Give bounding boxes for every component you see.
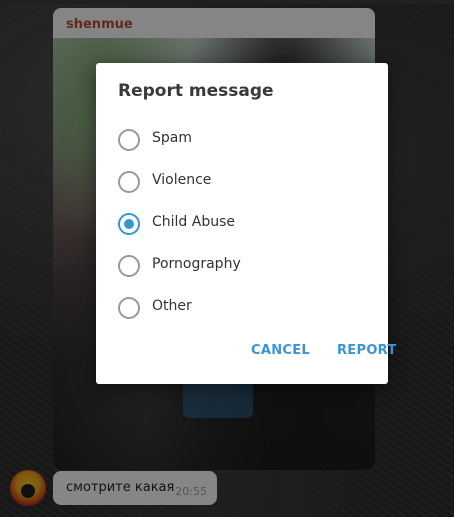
report-button[interactable]: REPORT [337, 343, 397, 358]
option-label: Spam [152, 130, 192, 146]
report-option-child-abuse[interactable]: Child Abuse [116, 207, 356, 243]
option-label: Other [152, 298, 192, 314]
report-option-pornography[interactable]: Pornography [116, 249, 356, 285]
radio-button[interactable] [118, 129, 140, 151]
cancel-button[interactable]: CANCEL [251, 343, 310, 358]
radio-button-selected[interactable] [118, 213, 140, 235]
report-option-other[interactable]: Other [116, 291, 356, 327]
dialog-title: Report message [118, 81, 274, 101]
report-option-spam[interactable]: Spam [116, 123, 356, 159]
radio-button[interactable] [118, 171, 140, 193]
radio-button[interactable] [118, 297, 140, 319]
report-message-dialog: Report message Spam Violence Child Abuse… [96, 63, 396, 384]
option-label: Pornography [152, 256, 241, 272]
report-option-violence[interactable]: Violence [116, 165, 356, 201]
option-label: Child Abuse [152, 214, 236, 230]
option-label: Violence [152, 172, 212, 188]
radio-button[interactable] [118, 255, 140, 277]
